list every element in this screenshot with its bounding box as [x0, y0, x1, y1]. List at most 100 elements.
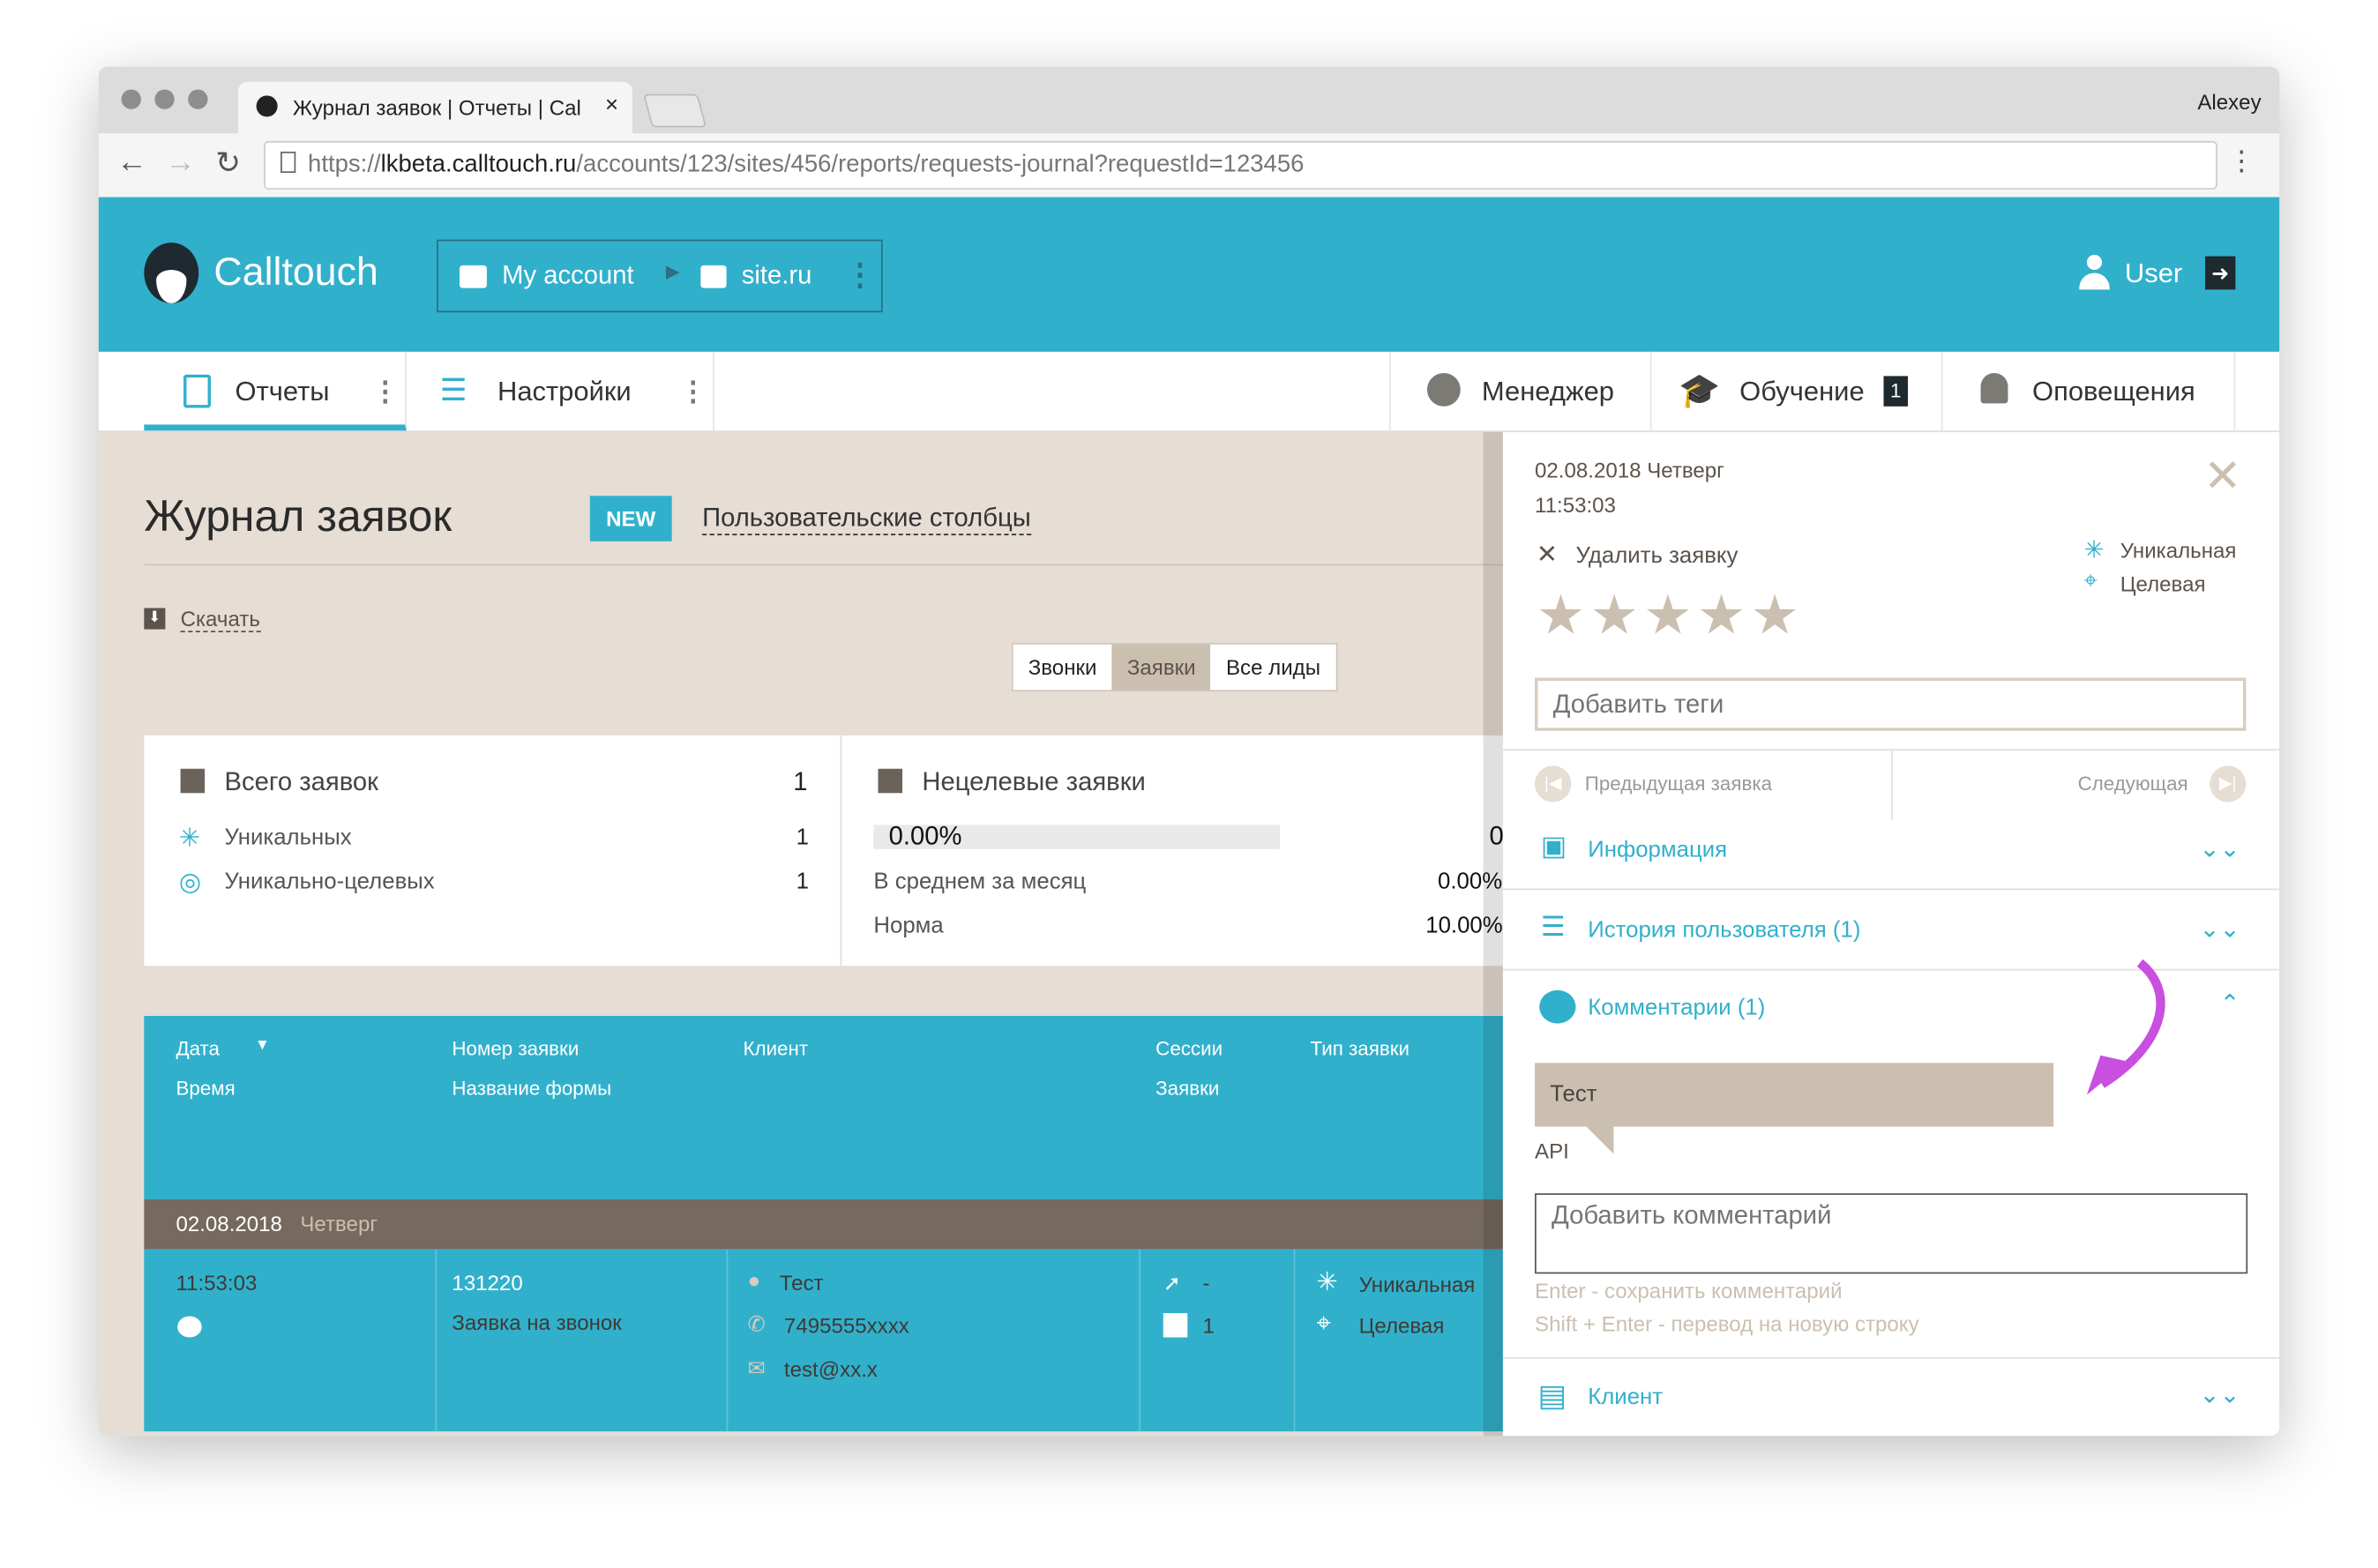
- maximize-window-button[interactable]: [188, 89, 208, 109]
- section-comments-title[interactable]: Комментарии (1): [1588, 995, 1765, 1020]
- segment-all-leads[interactable]: Все лиды: [1211, 645, 1335, 691]
- calltouch-logo-icon: [144, 243, 199, 303]
- reports-menu-icon[interactable]: ⋮: [371, 352, 399, 430]
- chevron-down-icon[interactable]: ⌄⌄: [2199, 834, 2240, 864]
- user-name[interactable]: User: [2125, 258, 2182, 289]
- norm-label: Норма: [873, 913, 944, 939]
- prev-icon[interactable]: |◀: [1535, 765, 1572, 803]
- settings-menu-icon[interactable]: ⋮: [679, 352, 707, 430]
- cursor-icon: ➚: [1163, 1270, 1181, 1295]
- account-name[interactable]: My account: [502, 261, 633, 291]
- segment-control: Звонки Заявки Все лиды: [1011, 643, 1337, 692]
- new-tab-button[interactable]: [643, 93, 707, 128]
- browser-menu-icon[interactable]: ⋮: [2228, 146, 2255, 177]
- page-title: Журнал заявок: [144, 492, 452, 541]
- sort-desc-icon[interactable]: ▼: [255, 1037, 270, 1054]
- comment-icon[interactable]: [177, 1316, 202, 1338]
- close-panel-icon[interactable]: ✕: [2203, 451, 2241, 504]
- table-row[interactable]: 11:53:03 131220 Заявка на звонок ● Тест …: [144, 1249, 1503, 1432]
- prev-request-button[interactable]: Предыдущая заявка: [1585, 772, 1772, 795]
- section-client-title[interactable]: Клиент: [1588, 1385, 1663, 1410]
- minimize-window-button[interactable]: [154, 89, 175, 109]
- nav-notifications[interactable]: Оповещения: [1941, 351, 2236, 431]
- column-client[interactable]: Клиент: [744, 1037, 809, 1060]
- comment-hint-enter: Enter - сохранить комментарий: [1535, 1278, 1843, 1303]
- row-phone: 7495555xxxx: [783, 1313, 909, 1338]
- reload-icon[interactable]: ↻: [215, 144, 241, 182]
- nav-settings[interactable]: ☰ Настройки ⋮: [407, 351, 714, 431]
- column-sessions[interactable]: Сессии: [1155, 1037, 1223, 1060]
- column-date[interactable]: Дата: [176, 1037, 220, 1060]
- next-icon[interactable]: ▶|: [2210, 765, 2247, 803]
- unique-icon: ✳: [2083, 538, 2105, 564]
- next-request-button[interactable]: Следующая: [2078, 772, 2188, 795]
- chevron-down-icon[interactable]: ⌄⌄: [2199, 1380, 2240, 1410]
- target-icon: ⌖: [2083, 568, 2098, 595]
- download-icon: ⬇: [144, 608, 166, 630]
- row-email: test@xx.x: [783, 1356, 878, 1382]
- panel-shadow: [1483, 432, 1503, 1437]
- delete-icon[interactable]: ✕: [1537, 540, 1559, 570]
- user-icon: [2079, 254, 2110, 291]
- target-icon: ◎: [178, 867, 202, 897]
- logo-text[interactable]: Calltouch: [213, 249, 378, 295]
- tab-bar: Журнал заявок | Отчеты | Cal × Alexey: [98, 66, 2280, 134]
- site-name[interactable]: site.ru: [742, 261, 812, 291]
- column-form[interactable]: Название формы: [452, 1077, 611, 1100]
- forward-icon[interactable]: →: [165, 146, 195, 181]
- star-icon[interactable]: ★: [1537, 584, 1590, 646]
- row-client-name: Тест: [779, 1270, 824, 1295]
- comment-text: Тест: [1550, 1080, 1597, 1108]
- nav-reports[interactable]: Отчеты ⋮: [144, 351, 407, 431]
- nav-manager[interactable]: Менеджер: [1388, 351, 1652, 431]
- logout-icon[interactable]: ➜: [2205, 256, 2236, 290]
- address-row: ← → ↻ https://lkbeta.calltouch.ru/accoun…: [98, 133, 2280, 199]
- section-info-title[interactable]: Информация: [1588, 837, 1727, 862]
- star-icon[interactable]: ★: [1589, 584, 1643, 646]
- account-menu-icon[interactable]: ⋮: [845, 257, 875, 295]
- section-history-title[interactable]: История пользователя (1): [1588, 917, 1860, 943]
- star-icon[interactable]: ★: [1697, 584, 1751, 646]
- url-input[interactable]: https://lkbeta.calltouch.ru/accounts/123…: [264, 140, 2217, 190]
- nav-learning[interactable]: 🎓 Обучение 1: [1649, 351, 1943, 431]
- segment-requests[interactable]: Заявки: [1111, 644, 1211, 691]
- url-path: /accounts/123/sites/456/reports/requests…: [576, 151, 1305, 178]
- column-requests[interactable]: Заявки: [1155, 1077, 1219, 1100]
- column-number[interactable]: Номер заявки: [452, 1037, 579, 1060]
- star-icon[interactable]: ★: [1643, 584, 1697, 646]
- close-tab-icon[interactable]: ×: [605, 93, 618, 118]
- delete-request-button[interactable]: Удалить заявку: [1575, 543, 1738, 569]
- column-type[interactable]: Тип заявки: [1311, 1037, 1410, 1060]
- back-icon[interactable]: ←: [116, 146, 146, 181]
- close-window-button[interactable]: [121, 89, 141, 109]
- unique-label: Уникальных: [224, 825, 352, 851]
- section-client[interactable]: ▤ Клиент ⌄⌄: [1502, 1356, 2280, 1436]
- main-nav: Отчеты ⋮ ☰ Настройки ⋮ Менеджер 🎓 Обучен…: [98, 351, 2280, 433]
- tab-title: Журнал заявок | Отчеты | Cal: [292, 95, 581, 120]
- comment-input[interactable]: [1535, 1193, 2248, 1274]
- nav-learning-label: Обучение: [1739, 376, 1865, 407]
- request-pager: |◀ Предыдущая заявка Следующая ▶|: [1502, 749, 2280, 823]
- browser-window: Журнал заявок | Отчеты | Cal × Alexey ← …: [98, 66, 2280, 1437]
- section-info[interactable]: ▣ Информация ⌄⌄: [1503, 822, 2279, 889]
- profile-name[interactable]: Alexey: [2197, 89, 2261, 114]
- nontarget-percent: 0.00%: [888, 821, 962, 851]
- download-link[interactable]: Скачать: [180, 607, 260, 632]
- chevron-up-icon[interactable]: ⌃: [2220, 989, 2240, 1019]
- target-icon: ⌖: [1316, 1308, 1331, 1338]
- sliders-icon: ☰: [439, 374, 467, 408]
- segment-calls[interactable]: Звонки: [1013, 645, 1112, 691]
- chevron-down-icon[interactable]: ⌄⌄: [2199, 915, 2240, 945]
- browser-tab[interactable]: Журнал заявок | Отчеты | Cal ×: [237, 81, 632, 134]
- custom-columns-link[interactable]: Пользовательские столбцы: [702, 504, 1031, 535]
- rating-stars[interactable]: ★★★★★: [1537, 584, 1804, 647]
- comments-icon: [1539, 989, 1576, 1024]
- url-host: lkbeta.calltouch.ru: [380, 151, 577, 178]
- star-icon[interactable]: ★: [1750, 584, 1804, 646]
- tags-input[interactable]: [1535, 677, 2247, 731]
- nontarget-icon: [878, 768, 903, 794]
- account-switcher[interactable]: My account ▶ site.ru ⋮: [437, 239, 883, 313]
- column-time[interactable]: Время: [176, 1077, 235, 1100]
- panel-unique: Уникальная: [2120, 538, 2237, 563]
- learning-badge: 1: [1883, 376, 1909, 407]
